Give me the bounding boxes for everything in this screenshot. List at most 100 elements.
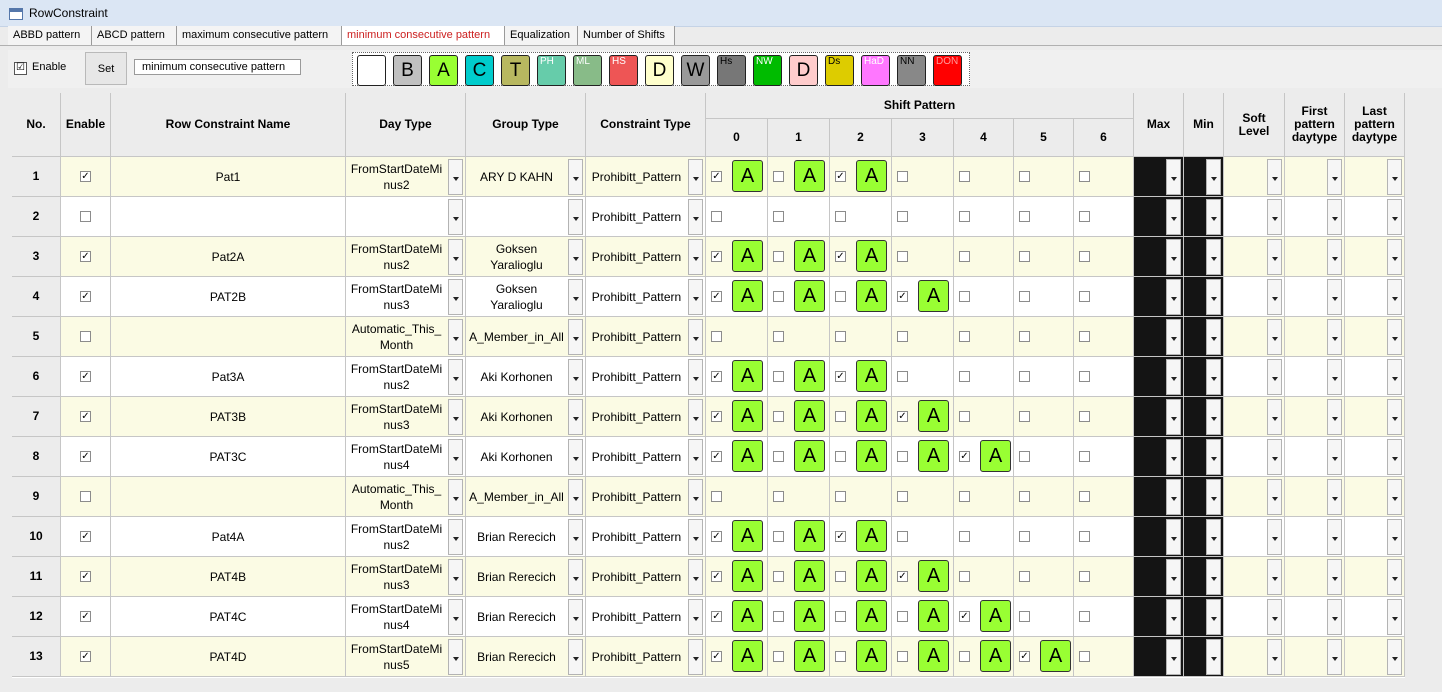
- palette-swatch-9[interactable]: D: [645, 55, 674, 86]
- shift-slot-checkbox[interactable]: [1079, 291, 1090, 302]
- row-day-type-dropdown[interactable]: FromStartDateMi nus2: [346, 517, 466, 557]
- row-constraint-type-dropdown[interactable]: Prohibitt_Pattern: [586, 357, 706, 397]
- shift-a-button[interactable]: A: [918, 600, 949, 632]
- shift-slot-checkbox[interactable]: [773, 651, 784, 662]
- shift-slot-checkbox[interactable]: [1079, 451, 1090, 462]
- chevron-down-icon[interactable]: [568, 639, 583, 675]
- shift-slot-checkbox[interactable]: [1079, 491, 1090, 502]
- chevron-down-icon[interactable]: [688, 639, 703, 675]
- shift-slot-checkbox[interactable]: [1019, 451, 1030, 462]
- shift-slot-checkbox[interactable]: [773, 531, 784, 542]
- chevron-down-icon[interactable]: [1267, 239, 1282, 275]
- row-enable-checkbox[interactable]: ✓: [80, 571, 91, 582]
- chevron-down-icon[interactable]: [1387, 439, 1402, 475]
- header-last-daytype[interactable]: Last pattern daytype: [1345, 93, 1405, 157]
- chevron-down-icon[interactable]: [688, 239, 703, 275]
- row-max-dropdown[interactable]: [1134, 277, 1184, 317]
- chevron-down-icon[interactable]: [1267, 279, 1282, 315]
- row-group-type-dropdown[interactable]: Aki Korhonen: [466, 357, 586, 397]
- shift-slot-checkbox[interactable]: [959, 491, 970, 502]
- row-constraint-type-dropdown[interactable]: Prohibitt_Pattern: [586, 517, 706, 557]
- header-shift-col-2[interactable]: 2: [830, 119, 892, 157]
- shift-slot-checkbox[interactable]: [773, 491, 784, 502]
- chevron-down-icon[interactable]: [568, 519, 583, 555]
- chevron-down-icon[interactable]: [568, 399, 583, 435]
- shift-a-button[interactable]: A: [980, 640, 1011, 672]
- shift-slot-checkbox[interactable]: ✓: [711, 291, 722, 302]
- chevron-down-icon[interactable]: [448, 319, 463, 355]
- chevron-down-icon[interactable]: [568, 239, 583, 275]
- shift-slot-checkbox[interactable]: [835, 651, 846, 662]
- shift-slot-checkbox[interactable]: ✓: [711, 531, 722, 542]
- chevron-down-icon[interactable]: [688, 599, 703, 635]
- row-constraint-name[interactable]: PAT3C: [111, 437, 346, 477]
- chevron-down-icon[interactable]: [568, 359, 583, 395]
- row-last-pattern-daytype-dropdown[interactable]: [1345, 277, 1405, 317]
- row-group-type-dropdown[interactable]: Brian Rerecich: [466, 637, 586, 677]
- chevron-down-icon[interactable]: [1206, 559, 1221, 595]
- shift-slot-checkbox[interactable]: [897, 371, 908, 382]
- shift-slot-checkbox[interactable]: [1019, 371, 1030, 382]
- row-first-pattern-daytype-dropdown[interactable]: [1285, 317, 1345, 357]
- shift-slot-checkbox[interactable]: [773, 331, 784, 342]
- chevron-down-icon[interactable]: [1387, 279, 1402, 315]
- chevron-down-icon[interactable]: [1206, 159, 1221, 195]
- shift-a-button[interactable]: A: [732, 400, 763, 432]
- header-first-daytype[interactable]: First pattern daytype: [1285, 93, 1345, 157]
- chevron-down-icon[interactable]: [448, 399, 463, 435]
- shift-slot-checkbox[interactable]: [1019, 171, 1030, 182]
- row-soft-level-dropdown[interactable]: [1224, 477, 1285, 517]
- chevron-down-icon[interactable]: [1267, 599, 1282, 635]
- shift-slot-checkbox[interactable]: [1079, 611, 1090, 622]
- chevron-down-icon[interactable]: [1206, 479, 1221, 515]
- chevron-down-icon[interactable]: [448, 359, 463, 395]
- row-soft-level-dropdown[interactable]: [1224, 357, 1285, 397]
- row-min-dropdown[interactable]: [1184, 557, 1224, 597]
- chevron-down-icon[interactable]: [1206, 359, 1221, 395]
- shift-a-button[interactable]: A: [732, 360, 763, 392]
- shift-slot-checkbox[interactable]: [1019, 291, 1030, 302]
- chevron-down-icon[interactable]: [688, 559, 703, 595]
- chevron-down-icon[interactable]: [1267, 319, 1282, 355]
- header-shift-col-1[interactable]: 1: [768, 119, 830, 157]
- palette-swatch-15[interactable]: HaD: [861, 55, 890, 86]
- chevron-down-icon[interactable]: [448, 559, 463, 595]
- chevron-down-icon[interactable]: [1267, 399, 1282, 435]
- shift-slot-checkbox[interactable]: [835, 571, 846, 582]
- row-constraint-type-dropdown[interactable]: Prohibitt_Pattern: [586, 277, 706, 317]
- row-min-dropdown[interactable]: [1184, 197, 1224, 237]
- row-soft-level-dropdown[interactable]: [1224, 237, 1285, 277]
- row-first-pattern-daytype-dropdown[interactable]: [1285, 237, 1345, 277]
- chevron-down-icon[interactable]: [1267, 559, 1282, 595]
- shift-a-button[interactable]: A: [918, 560, 949, 592]
- row-constraint-type-dropdown[interactable]: Prohibitt_Pattern: [586, 437, 706, 477]
- shift-a-button[interactable]: A: [794, 360, 825, 392]
- shift-a-button[interactable]: A: [794, 280, 825, 312]
- row-min-dropdown[interactable]: [1184, 397, 1224, 437]
- shift-a-button[interactable]: A: [732, 440, 763, 472]
- shift-a-button[interactable]: A: [794, 600, 825, 632]
- chevron-down-icon[interactable]: [1327, 199, 1342, 235]
- shift-a-button[interactable]: A: [856, 360, 887, 392]
- chevron-down-icon[interactable]: [448, 479, 463, 515]
- shift-slot-checkbox[interactable]: [773, 211, 784, 222]
- chevron-down-icon[interactable]: [688, 199, 703, 235]
- chevron-down-icon[interactable]: [448, 439, 463, 475]
- shift-slot-checkbox[interactable]: ✓: [835, 171, 846, 182]
- row-enable-checkbox[interactable]: ✓: [80, 451, 91, 462]
- row-first-pattern-daytype-dropdown[interactable]: [1285, 397, 1345, 437]
- chevron-down-icon[interactable]: [1166, 599, 1181, 635]
- chevron-down-icon[interactable]: [1327, 439, 1342, 475]
- shift-slot-checkbox[interactable]: [897, 331, 908, 342]
- row-last-pattern-daytype-dropdown[interactable]: [1345, 517, 1405, 557]
- shift-slot-checkbox[interactable]: [959, 651, 970, 662]
- shift-slot-checkbox[interactable]: [897, 171, 908, 182]
- row-enable-checkbox[interactable]: ✓: [80, 611, 91, 622]
- shift-slot-checkbox[interactable]: [959, 571, 970, 582]
- row-group-type-dropdown[interactable]: Aki Korhonen: [466, 437, 586, 477]
- row-constraint-type-dropdown[interactable]: Prohibitt_Pattern: [586, 157, 706, 197]
- shift-a-button[interactable]: A: [856, 640, 887, 672]
- shift-slot-checkbox[interactable]: [773, 251, 784, 262]
- row-max-dropdown[interactable]: [1134, 557, 1184, 597]
- chevron-down-icon[interactable]: [1267, 199, 1282, 235]
